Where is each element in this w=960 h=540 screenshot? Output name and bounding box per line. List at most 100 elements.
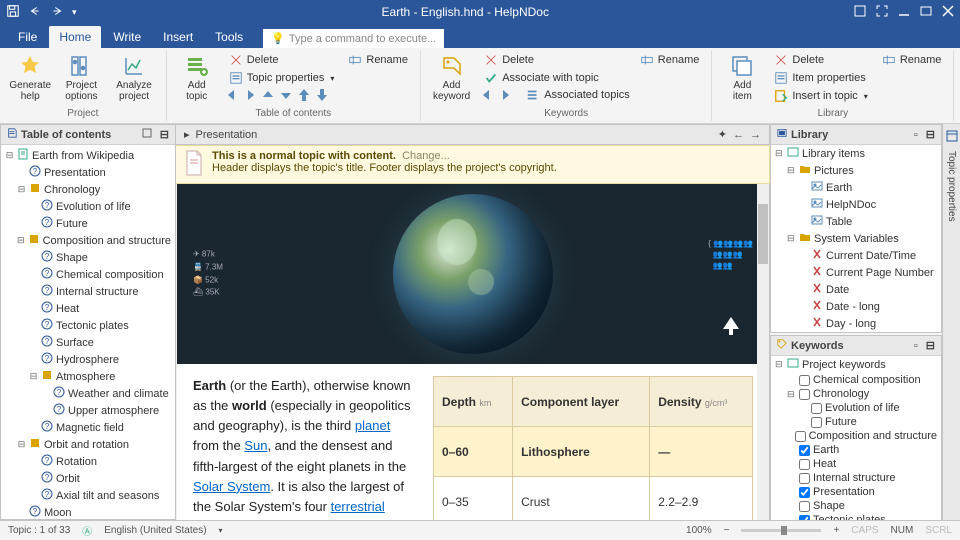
toc-delete-button[interactable]: Delete xyxy=(225,52,339,68)
keyword-item[interactable]: Composition and structure xyxy=(771,429,941,443)
breadcrumb-chevron-icon[interactable]: ▸ xyxy=(184,128,190,141)
arrow-down-icon[interactable] xyxy=(279,88,293,102)
generate-help-button[interactable]: Generate help xyxy=(8,52,52,104)
editor-scrollbar[interactable] xyxy=(757,184,769,520)
kw-delete-button[interactable]: Delete xyxy=(480,52,630,68)
arrow-right-icon[interactable] xyxy=(243,88,257,102)
toc-item[interactable]: ?Future xyxy=(1,215,175,232)
toc-item[interactable]: ?Chemical composition xyxy=(1,266,175,283)
link-solar-system[interactable]: Solar System xyxy=(193,479,270,494)
library-item[interactable]: HelpNDoc xyxy=(771,196,941,213)
arrow-left-icon[interactable] xyxy=(225,88,239,102)
library-item[interactable]: Earth xyxy=(771,179,941,196)
toc-item[interactable]: ?Orbit xyxy=(1,470,175,487)
library-item[interactable]: Current Page Number xyxy=(771,264,941,281)
toc-item[interactable]: ⊟Orbit and rotation xyxy=(1,436,175,453)
toc-item[interactable]: ?Hydrosphere xyxy=(1,351,175,368)
toc-item[interactable]: ?Axial tilt and seasons xyxy=(1,487,175,504)
fullscreen-icon[interactable] xyxy=(876,5,888,20)
arrow-up2-icon[interactable] xyxy=(297,88,311,102)
tab-tools[interactable]: Tools xyxy=(205,26,253,48)
topic-info-change[interactable]: Change... xyxy=(402,150,450,162)
library-item[interactable]: Table xyxy=(771,213,941,230)
library-item[interactable]: ⊟System Variables xyxy=(771,230,941,247)
status-lang-icon[interactable]: Ⓐ xyxy=(82,523,92,538)
kw-associate-button[interactable]: Associate with topic xyxy=(480,70,630,86)
kw-rename-button[interactable]: Rename xyxy=(636,52,704,68)
link-planet[interactable]: planet xyxy=(355,418,390,433)
toc-item[interactable]: ?Heat xyxy=(1,300,175,317)
nav-back-icon[interactable]: ← xyxy=(733,129,744,141)
nav-fwd-icon[interactable]: → xyxy=(750,129,761,141)
lib-insert-button[interactable]: Insert in topic▾ xyxy=(770,88,871,104)
library-item[interactable]: Date xyxy=(771,281,941,298)
tab-home[interactable]: Home xyxy=(49,26,101,48)
pin-icon[interactable] xyxy=(142,128,152,141)
lib-properties-button[interactable]: Item properties xyxy=(770,70,871,86)
lib-unpin-icon[interactable]: ⊟ xyxy=(926,128,935,141)
library-item[interactable]: Date - long xyxy=(771,298,941,315)
toc-properties-button[interactable]: Topic properties▾ xyxy=(225,70,339,86)
add-item-button[interactable]: Add item xyxy=(720,52,764,104)
toc-item[interactable]: ?Rotation xyxy=(1,453,175,470)
editor-content[interactable]: ✈ 87k🚆 7.3M📦 52k⛴ 35K { 👥👥👥👥 👥👥👥 👥👥 Eart… xyxy=(176,184,770,520)
toc-item[interactable]: ?Surface xyxy=(1,334,175,351)
toc-item[interactable]: ⊟Earth from Wikipedia xyxy=(1,147,175,164)
breadcrumb-label[interactable]: Presentation xyxy=(196,129,258,141)
toc-item[interactable]: ⊟Chronology xyxy=(1,181,175,198)
keyword-item[interactable]: Earth xyxy=(771,443,941,457)
arrow-down2-icon[interactable] xyxy=(315,88,329,102)
toc-rename-button[interactable]: Rename xyxy=(344,52,412,68)
kw-pin-icon[interactable]: ▫ xyxy=(914,340,918,352)
keyword-item[interactable]: ⊟Chronology xyxy=(771,387,941,401)
breadcrumb-star-icon[interactable]: ✦ xyxy=(718,128,727,141)
redo-icon[interactable] xyxy=(50,4,64,21)
window-icon-1[interactable] xyxy=(854,5,866,20)
save-icon[interactable] xyxy=(6,4,20,21)
keyword-item[interactable]: Internal structure xyxy=(771,471,941,485)
toc-item[interactable]: ?Weather and climate xyxy=(1,385,175,402)
keyword-item[interactable]: Heat xyxy=(771,457,941,471)
analyze-project-button[interactable]: Analyze project xyxy=(110,52,157,104)
lib-rename-button[interactable]: Rename xyxy=(878,52,946,68)
maximize-icon[interactable] xyxy=(920,5,932,20)
kw-unpin-icon[interactable]: ⊟ xyxy=(926,339,935,352)
lib-pin-icon[interactable]: ▫ xyxy=(914,129,918,141)
toc-item[interactable]: ?Shape xyxy=(1,249,175,266)
status-lang[interactable]: English (United States) xyxy=(104,525,206,536)
library-item[interactable]: ⊟Library items xyxy=(771,145,941,162)
project-options-button[interactable]: Project options xyxy=(58,52,104,104)
kw-associated-button[interactable]: Associated topics xyxy=(526,88,630,102)
library-item[interactable]: Day - long xyxy=(771,315,941,332)
close-icon[interactable] xyxy=(942,5,954,20)
keyword-item[interactable]: Shape xyxy=(771,499,941,513)
unpin-icon[interactable]: ⊟ xyxy=(160,128,169,141)
status-lang-chevron[interactable]: ▾ xyxy=(219,526,223,535)
keyword-item[interactable]: Evolution of life xyxy=(771,401,941,415)
toc-item[interactable]: ⊟Atmosphere xyxy=(1,368,175,385)
toc-item[interactable]: ?Moon xyxy=(1,504,175,519)
toc-item[interactable]: ?Magnetic field xyxy=(1,419,175,436)
status-zoom[interactable]: 100% xyxy=(686,525,712,536)
undo-icon[interactable] xyxy=(28,4,42,21)
side-tab-label[interactable]: Topic properties xyxy=(946,145,957,228)
tab-file[interactable]: File xyxy=(8,26,47,48)
zoom-in-icon[interactable]: + xyxy=(833,525,839,536)
tab-write[interactable]: Write xyxy=(103,26,151,48)
toc-item[interactable]: ?Evolution of life xyxy=(1,198,175,215)
keyword-item[interactable]: Future xyxy=(771,415,941,429)
lib-delete-button[interactable]: Delete xyxy=(770,52,871,68)
toc-item[interactable]: ?Presentation xyxy=(1,164,175,181)
tell-me-box[interactable]: 💡 Type a command to execute... xyxy=(263,29,444,48)
kw-right-icon[interactable] xyxy=(498,88,512,102)
library-item[interactable]: ⊟Pictures xyxy=(771,162,941,179)
minimize-icon[interactable] xyxy=(898,5,910,20)
link-sun[interactable]: Sun xyxy=(244,438,267,453)
add-topic-button[interactable]: Add topic xyxy=(175,52,219,104)
kw-left-icon[interactable] xyxy=(480,88,494,102)
zoom-out-icon[interactable]: − xyxy=(724,525,730,536)
tab-insert[interactable]: Insert xyxy=(153,26,203,48)
toc-item[interactable]: ?Internal structure xyxy=(1,283,175,300)
add-keyword-button[interactable]: Add keyword xyxy=(429,52,474,104)
toc-item[interactable]: ⊟Composition and structure xyxy=(1,232,175,249)
